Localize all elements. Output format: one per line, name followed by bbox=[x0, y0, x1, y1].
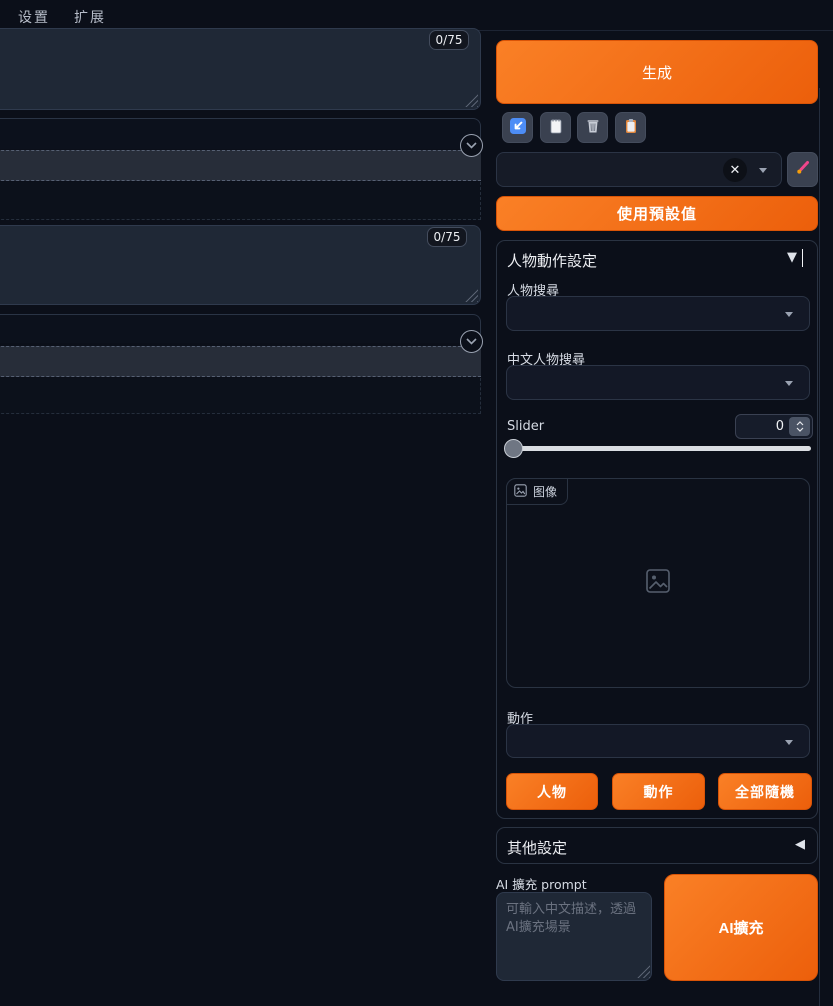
resize-handle-icon[interactable] bbox=[465, 289, 478, 302]
ai-expand-button[interactable]: AI擴充 bbox=[664, 874, 818, 981]
app-root: 设置 扩展 0/75 0/75 生成 ✕ 使用預設值 人物動作設定 ▼ 人物搜尋… bbox=[0, 0, 833, 1006]
chevron-down-icon bbox=[759, 168, 767, 173]
resize-handle-icon[interactable] bbox=[465, 94, 478, 107]
action-dropdown[interactable] bbox=[506, 724, 810, 758]
negative-prompt-textarea[interactable] bbox=[0, 225, 481, 305]
apply-style-button[interactable] bbox=[615, 112, 646, 143]
negative-prompt-token-counter: 0/75 bbox=[427, 227, 467, 247]
styles-row-left-top[interactable] bbox=[0, 118, 481, 149]
chevron-down-icon bbox=[785, 381, 793, 386]
text-cursor bbox=[801, 249, 803, 267]
notepad-button[interactable] bbox=[540, 112, 571, 143]
ai-expand-label: AI 擴充 prompt bbox=[496, 877, 587, 892]
tab-extensions[interactable]: 扩展 bbox=[74, 7, 106, 27]
table-header-band-top bbox=[0, 150, 481, 181]
paste-params-button[interactable] bbox=[502, 112, 533, 143]
ai-expand-prompt-input[interactable] bbox=[496, 892, 652, 981]
edit-styles-button[interactable] bbox=[787, 152, 818, 187]
accordion-title[interactable]: 人物動作設定 bbox=[507, 250, 597, 271]
chevron-down-icon bbox=[785, 740, 793, 745]
clear-styles-icon[interactable]: ✕ bbox=[723, 158, 747, 182]
chevron-down-icon bbox=[785, 312, 793, 317]
character-search-dropdown[interactable] bbox=[506, 296, 810, 331]
random-action-button[interactable]: 動作 bbox=[612, 773, 705, 810]
top-tab-bar: 设置 扩展 bbox=[0, 0, 833, 31]
character-action-accordion: 人物動作設定 ▼ 人物搜尋 中文人物搜尋 Slider 0 图像 動作 人物 動… bbox=[496, 240, 818, 819]
clipboard-icon bbox=[622, 117, 640, 139]
image-tab[interactable]: 图像 bbox=[506, 478, 569, 505]
random-all-button[interactable]: 全部隨機 bbox=[718, 773, 812, 810]
table-header-band-bottom bbox=[0, 346, 481, 377]
paintbrush-icon bbox=[793, 158, 813, 182]
image-tab-label: 图像 bbox=[533, 485, 558, 499]
chevron-down-icon[interactable] bbox=[460, 330, 483, 353]
accordion-closed-arrow-icon: ◀ bbox=[795, 837, 805, 852]
slider-number-input[interactable] bbox=[736, 415, 788, 438]
number-spinner[interactable] bbox=[789, 417, 810, 436]
accordion-open-arrow-icon[interactable]: ▼ bbox=[787, 250, 797, 265]
clear-prompt-button[interactable] bbox=[577, 112, 608, 143]
table-empty-band-bottom bbox=[0, 378, 481, 414]
notepad-icon bbox=[547, 117, 565, 139]
spinner-up-icon bbox=[796, 421, 803, 426]
slider-track[interactable] bbox=[504, 439, 811, 458]
column-divider bbox=[819, 88, 820, 1006]
slider-number-field bbox=[735, 414, 813, 439]
prompt-token-counter: 0/75 bbox=[429, 30, 469, 50]
prompt-textarea[interactable] bbox=[0, 28, 481, 110]
styles-dropdown[interactable]: ✕ bbox=[496, 152, 782, 187]
chinese-character-search-dropdown[interactable] bbox=[506, 365, 810, 400]
arrow-lower-left-icon bbox=[509, 117, 527, 139]
trash-icon bbox=[584, 117, 602, 139]
image-placeholder-icon bbox=[645, 568, 671, 598]
image-small-icon bbox=[514, 482, 527, 501]
other-settings-accordion[interactable]: 其他設定 ◀ bbox=[496, 827, 818, 864]
table-empty-band-top bbox=[0, 182, 481, 220]
spinner-down-icon bbox=[796, 427, 803, 432]
other-settings-title: 其他設定 bbox=[507, 839, 568, 857]
tab-settings[interactable]: 设置 bbox=[18, 7, 50, 27]
slider-label: Slider bbox=[507, 419, 545, 434]
random-character-button[interactable]: 人物 bbox=[506, 773, 598, 810]
use-preset-button[interactable]: 使用預設值 bbox=[496, 196, 818, 231]
styles-row-left-bottom[interactable] bbox=[0, 314, 481, 343]
image-upload-area[interactable]: 图像 bbox=[506, 478, 810, 688]
generate-button[interactable]: 生成 bbox=[496, 40, 818, 104]
chevron-down-icon[interactable] bbox=[460, 134, 483, 157]
slider-handle[interactable] bbox=[504, 439, 523, 458]
